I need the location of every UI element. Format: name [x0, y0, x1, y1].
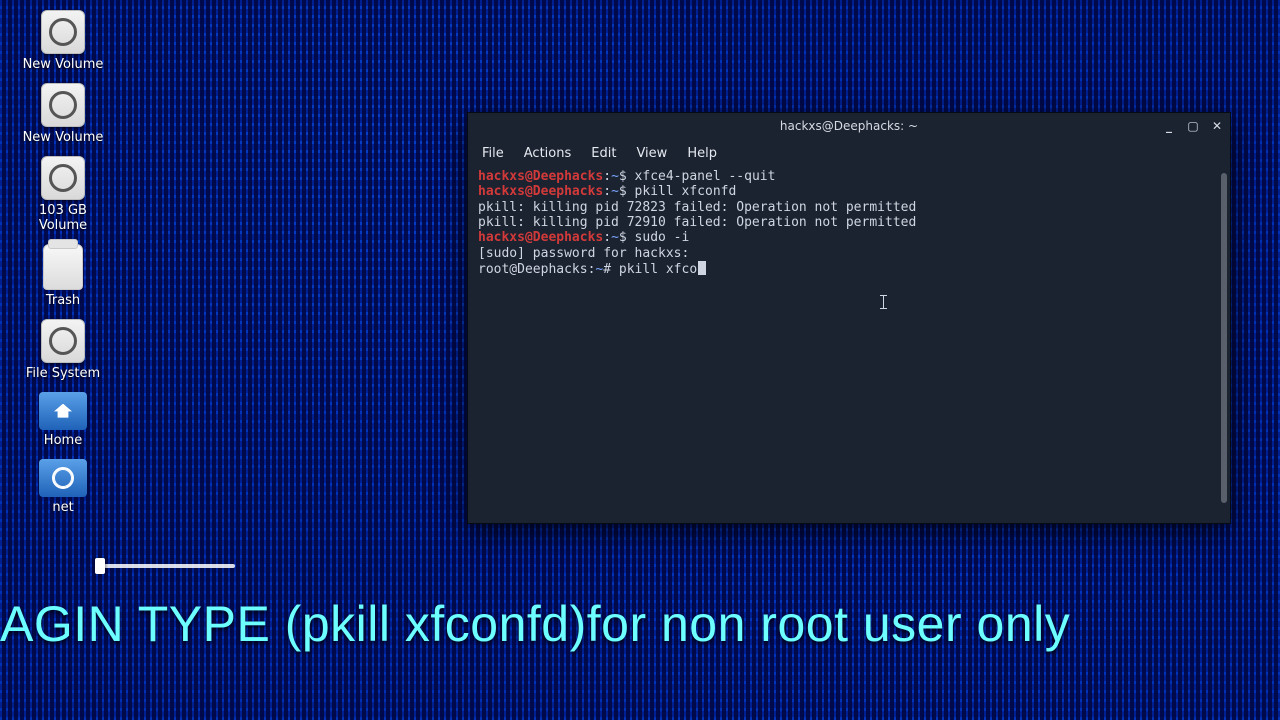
drive-icon: [41, 156, 85, 200]
terminal-window: hackxs@Deephacks: ~ _ ▢ ✕ File Actions E…: [467, 112, 1231, 524]
icon-label: 103 GB Volume: [19, 204, 107, 234]
menu-actions[interactable]: Actions: [524, 146, 572, 161]
terminal-output: pkill: killing pid 72823 failed: Operati…: [478, 200, 916, 215]
desktop-icon-home[interactable]: Home: [18, 392, 108, 449]
desktop-icon-net[interactable]: net: [18, 459, 108, 516]
prompt-path: ~: [611, 169, 619, 184]
terminal-output: pkill: killing pid 72910 failed: Operati…: [478, 215, 916, 230]
trash-icon: [43, 244, 83, 290]
slider-thumb[interactable]: [95, 558, 105, 574]
drive-icon: [41, 10, 85, 54]
menu-edit[interactable]: Edit: [591, 146, 616, 161]
text-cursor-ibeam: [883, 295, 884, 309]
desktop-slider[interactable]: [95, 562, 235, 570]
desktop-icon-new-volume-1[interactable]: New Volume: [18, 10, 108, 73]
terminal-cmd-2: pkill xfconfd: [635, 184, 737, 199]
desktop-icon-trash[interactable]: Trash: [18, 244, 108, 309]
window-menubar: File Actions Edit View Help: [468, 139, 1230, 167]
folder-net-icon: [39, 459, 87, 497]
icon-label: File System: [26, 367, 100, 382]
prompt-path: ~: [595, 262, 603, 277]
icon-label: New Volume: [23, 58, 104, 73]
prompt-user: hackxs@Deephacks: [478, 169, 603, 184]
terminal-scrollbar[interactable]: [1221, 173, 1227, 503]
drive-icon: [41, 83, 85, 127]
desktop-icon-103gb-volume[interactable]: 103 GB Volume: [18, 156, 108, 234]
drive-icon: [41, 319, 85, 363]
prompt-path: ~: [611, 230, 619, 245]
menu-help[interactable]: Help: [687, 146, 717, 161]
terminal-cmd-1: xfce4-panel --quit: [635, 169, 776, 184]
video-caption-overlay: AGIN TYPE (pkill xfconfd)for non root us…: [0, 595, 1280, 653]
icon-label: Trash: [46, 294, 80, 309]
menu-file[interactable]: File: [482, 146, 504, 161]
terminal-body[interactable]: hackxs@Deephacks:~$ xfce4-panel --quit h…: [468, 167, 1230, 523]
terminal-cmd-4: pkill xfco: [619, 262, 697, 277]
maximize-button[interactable]: ▢: [1186, 119, 1200, 133]
minimize-button[interactable]: _: [1162, 119, 1176, 133]
prompt-root: root@Deephacks: [478, 262, 588, 277]
terminal-output: [sudo] password for hackxs:: [478, 246, 689, 261]
icon-label: Home: [44, 434, 82, 449]
slider-track: [95, 564, 235, 568]
desktop-icon-new-volume-2[interactable]: New Volume: [18, 83, 108, 146]
prompt-user: hackxs@Deephacks: [478, 230, 603, 245]
terminal-cursor: [698, 261, 706, 275]
window-titlebar[interactable]: hackxs@Deephacks: ~ _ ▢ ✕: [468, 113, 1230, 139]
desktop-icon-file-system[interactable]: File System: [18, 319, 108, 382]
folder-home-icon: [39, 392, 87, 430]
close-button[interactable]: ✕: [1210, 119, 1224, 133]
window-title: hackxs@Deephacks: ~: [780, 119, 918, 133]
icon-label: New Volume: [23, 131, 104, 146]
terminal-cmd-3: sudo -i: [635, 230, 690, 245]
window-controls: _ ▢ ✕: [1162, 119, 1224, 133]
icon-label: net: [52, 501, 73, 516]
desktop-icons-area: New Volume New Volume 103 GB Volume Tras…: [18, 10, 218, 526]
menu-view[interactable]: View: [636, 146, 667, 161]
prompt-user: hackxs@Deephacks: [478, 184, 603, 199]
prompt-path: ~: [611, 184, 619, 199]
